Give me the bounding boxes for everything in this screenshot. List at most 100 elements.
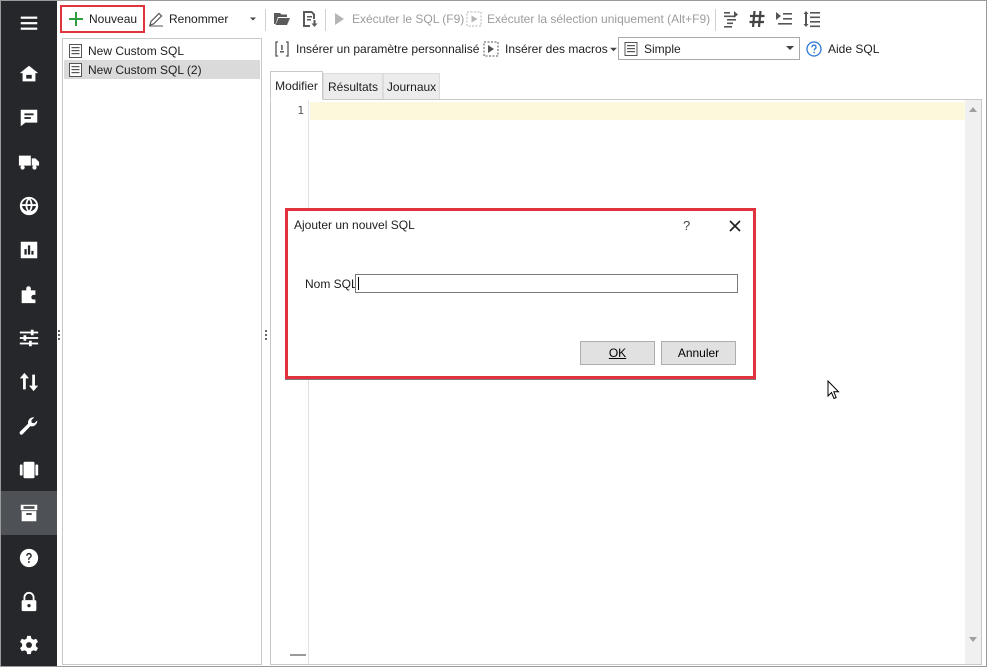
archive-icon <box>20 504 38 522</box>
insert-macros-button[interactable]: Insérer des macros <box>483 39 617 59</box>
help-circle-icon <box>806 41 822 57</box>
line-numbers-button[interactable] <box>801 8 823 30</box>
play-selection-icon <box>466 11 482 27</box>
open-folder-button[interactable] <box>271 8 293 30</box>
pencil-icon <box>149 12 163 27</box>
comment-toggle-button[interactable] <box>746 8 768 30</box>
tab-logs[interactable]: Journaux <box>383 73 440 100</box>
sidebar-item-reports[interactable] <box>1 228 57 272</box>
sidebar-item-extensions[interactable] <box>1 272 57 316</box>
main-toolbar: Nouveau Renommer Exécuter le SQL (F9) Ex… <box>58 3 986 35</box>
indent-icon <box>776 12 792 25</box>
sql-help-button[interactable]: Aide SQL <box>806 39 879 59</box>
toolbar-separator <box>325 9 326 31</box>
list-item[interactable]: New Custom SQL <box>64 41 260 60</box>
sidebar-item-web[interactable] <box>1 184 57 228</box>
close-icon[interactable] <box>728 219 742 233</box>
insert-parameter-label: Insérer un paramètre personnalisé <box>296 42 480 56</box>
insert-parameter-button[interactable]: Insérer un paramètre personnalisé <box>274 39 479 59</box>
sidebar-item-messages[interactable] <box>1 96 57 140</box>
help-icon <box>19 548 39 568</box>
editor-tabs: Modifier Résultats Journaux <box>270 71 982 100</box>
sidebar-item-security[interactable] <box>1 580 57 624</box>
sql-help-label: Aide SQL <box>828 42 880 56</box>
puzzle-icon <box>21 286 36 304</box>
chevron-down-icon <box>786 46 794 50</box>
sidebar-item-help[interactable] <box>1 536 57 580</box>
sidebar-item-tools[interactable] <box>1 404 57 448</box>
new-button[interactable]: Nouveau <box>60 5 145 33</box>
list-item-label: New Custom SQL (2) <box>88 62 202 77</box>
tab-results-label: Résultats <box>327 80 379 94</box>
document-icon <box>69 62 82 77</box>
toolbar-separator <box>265 9 266 31</box>
save-file-button[interactable] <box>299 8 321 30</box>
run-sql-button[interactable]: Exécuter le SQL (F9) <box>331 5 464 33</box>
wrench-icon <box>19 417 38 435</box>
save-download-icon <box>303 11 318 27</box>
sidebar-item-settings-sliders[interactable] <box>1 316 57 360</box>
tab-edit[interactable]: Modifier <box>270 71 323 100</box>
tab-results[interactable]: Résultats <box>323 73 383 100</box>
indent-button[interactable] <box>773 8 795 30</box>
globe-icon <box>19 196 39 216</box>
ok-button-label: OK <box>608 346 627 360</box>
rename-button-label: Renommer <box>169 12 229 26</box>
sql-mode-select[interactable]: Simple <box>618 37 800 60</box>
line-number-gutter: 1 <box>271 100 309 664</box>
tab-edit-label: Modifier <box>275 78 318 93</box>
sidebar-item-sql-archive[interactable] <box>1 491 57 535</box>
add-sql-dialog: Ajouter un nouvel SQL ? Nom SQL OK Annul… <box>285 208 756 379</box>
folder-open-icon <box>274 13 290 25</box>
menu-icon <box>20 16 38 30</box>
bottom-splitter-handle[interactable] <box>290 654 306 656</box>
sidebar-item-transfer[interactable] <box>1 360 57 404</box>
sql-name-input[interactable] <box>355 274 738 293</box>
cancel-button[interactable]: Annuler <box>661 341 736 365</box>
sidebar-item-home[interactable] <box>1 52 57 96</box>
message-icon <box>20 109 38 127</box>
plus-icon <box>69 12 83 26</box>
run-selection-label: Exécuter la sélection uniquement (Alt+F9… <box>487 12 711 26</box>
document-icon <box>69 43 82 58</box>
chevron-down-icon <box>609 47 617 51</box>
sidebar <box>1 1 57 666</box>
run-sql-label: Exécuter le SQL (F9) <box>352 12 465 26</box>
text-cursor <box>358 277 359 290</box>
chart-icon <box>20 241 38 259</box>
more-dropdown-button[interactable] <box>246 5 260 33</box>
sidebar-item-options[interactable] <box>1 623 57 667</box>
chevron-down-icon <box>250 17 256 21</box>
line-number: 1 <box>297 104 304 117</box>
format-sql-button[interactable] <box>720 8 742 30</box>
hash-icon <box>749 10 765 28</box>
macro-icon <box>483 41 499 57</box>
scroll-down-arrow[interactable] <box>969 637 977 642</box>
list-item[interactable]: New Custom SQL (2) <box>64 60 260 79</box>
transfer-icon <box>19 372 39 392</box>
sql-name-label: Nom SQL <box>305 277 358 291</box>
truck-icon <box>18 155 40 170</box>
sidebar-item-menu[interactable] <box>1 1 57 45</box>
ok-button[interactable]: OK <box>580 341 655 365</box>
gear-icon <box>20 635 38 655</box>
toolbar-separator <box>715 9 716 31</box>
splitter-handle[interactable] <box>58 330 61 340</box>
splitter-handle[interactable] <box>265 330 268 340</box>
sidebar-item-delivery[interactable] <box>1 140 57 184</box>
tab-logs-label: Journaux <box>386 80 437 94</box>
rename-button[interactable]: Renommer <box>148 5 228 33</box>
sliders-icon <box>19 329 39 347</box>
document-icon <box>624 41 638 56</box>
dialog-help-button[interactable]: ? <box>683 218 690 233</box>
mouse-pointer-icon <box>827 380 840 400</box>
vertical-scrollbar[interactable] <box>965 100 981 664</box>
scroll-up-arrow[interactable] <box>969 107 977 112</box>
list-item-label: New Custom SQL <box>88 43 185 58</box>
sql-editor[interactable]: 1 <box>270 99 982 665</box>
run-selection-button[interactable]: Exécuter la sélection uniquement (Alt+F9… <box>466 5 710 33</box>
sql-list-panel: New Custom SQL New Custom SQL (2) <box>62 38 262 665</box>
dialog-title: Ajouter un nouvel SQL <box>294 218 415 232</box>
play-icon <box>335 13 344 25</box>
sidebar-item-media[interactable] <box>1 448 57 492</box>
